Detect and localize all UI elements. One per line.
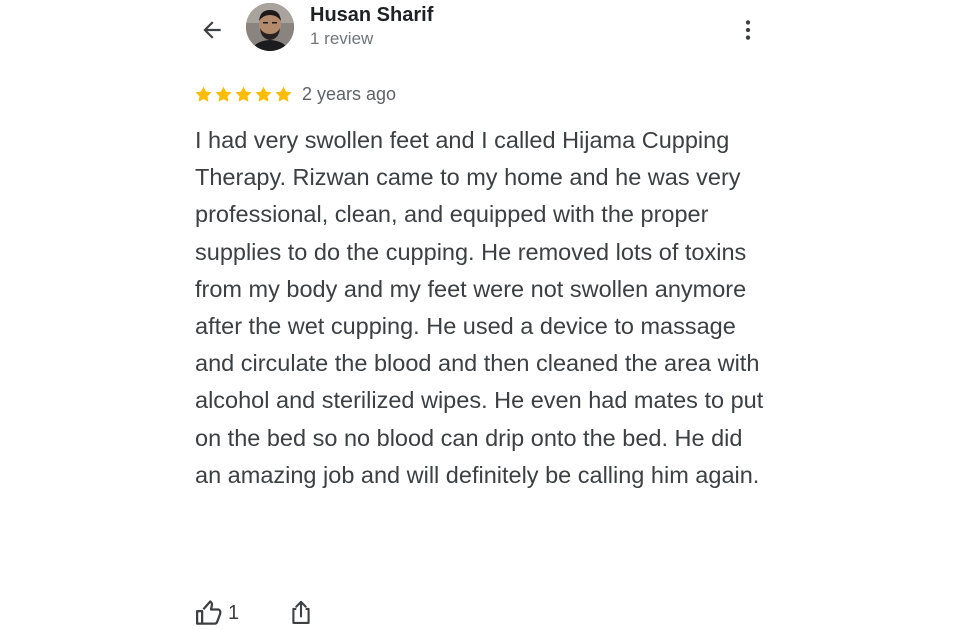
share-button[interactable] xyxy=(287,598,315,628)
star-icon xyxy=(195,86,212,102)
review-date: 2 years ago xyxy=(302,83,397,104)
star-icon xyxy=(215,86,232,102)
back-button[interactable] xyxy=(196,14,228,46)
avatar[interactable] xyxy=(246,3,294,51)
arrow-left-icon xyxy=(203,21,221,39)
thumbs-up-icon xyxy=(196,600,222,625)
star-icon xyxy=(255,86,272,102)
like-count: 1 xyxy=(228,601,240,624)
star-icon xyxy=(235,86,252,102)
more-options-button[interactable] xyxy=(732,14,764,46)
review-text: I had very swollen feet and I called Hij… xyxy=(195,127,764,488)
reviewer-review-count: 1 review xyxy=(310,29,374,48)
rating-row: 2 years ago xyxy=(194,83,396,105)
star-rating xyxy=(194,85,294,104)
review-actions: 1 xyxy=(194,596,315,630)
more-vertical-icon xyxy=(745,20,751,40)
like-button[interactable]: 1 xyxy=(194,598,239,628)
share-icon xyxy=(292,600,310,624)
star-icon xyxy=(275,86,292,102)
avatar-photo xyxy=(246,3,294,51)
reviewer-name[interactable]: Husan Sharif xyxy=(310,3,433,27)
review-header: Husan Sharif 1 review xyxy=(0,0,960,60)
